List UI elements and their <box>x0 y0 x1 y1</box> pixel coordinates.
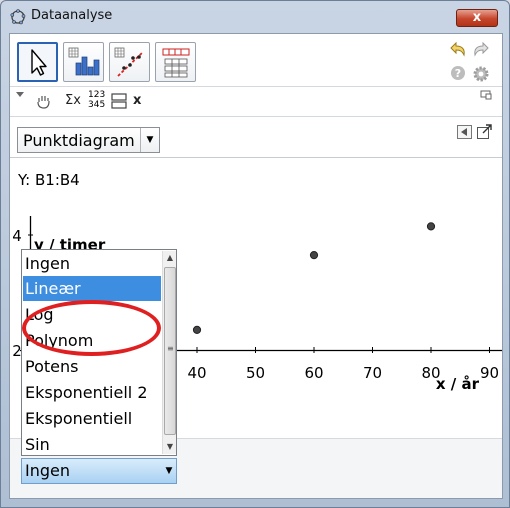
regression-option-linear[interactable]: Lineær <box>23 276 161 301</box>
y-tick-label-4: 4 <box>12 227 22 245</box>
data-point-3 <box>426 222 436 231</box>
grip-icon: ≡ <box>167 344 174 353</box>
window-title: Dataanalyse <box>31 8 113 23</box>
list-scrollbar[interactable]: ▲ ≡ ▼ <box>162 251 176 454</box>
scroll-down-icon[interactable]: ▼ <box>163 440 177 454</box>
chevron-down-icon: ▼ <box>140 128 159 152</box>
data-point-1 <box>192 325 202 334</box>
hand-icon[interactable] <box>35 93 53 109</box>
scroll-up-icon[interactable]: ▲ <box>163 251 177 265</box>
redo-icon[interactable] <box>472 40 492 60</box>
open-in-window-icon[interactable] <box>477 124 493 139</box>
undo-icon[interactable] <box>447 40 467 60</box>
close-button[interactable]: x <box>456 9 498 27</box>
move-tool-button[interactable] <box>17 42 58 82</box>
regression-option-ingen[interactable]: Ingen <box>23 251 161 276</box>
highlight-annotation-circle <box>22 300 161 356</box>
table-icon <box>162 48 190 78</box>
multi-variable-tool-button[interactable] <box>155 42 196 82</box>
chevron-down-icon: ▼ <box>165 466 173 476</box>
regression-option-sin[interactable]: Sin <box>23 432 161 454</box>
help-icon[interactable]: ? <box>450 65 466 81</box>
data-point-2 <box>309 251 319 260</box>
window-client: ? Σx 123 345 x Punktdiagram ▼ Y: B1:B4 4… <box>9 33 503 499</box>
regression-option-potens[interactable]: Potens <box>23 354 161 379</box>
scroll-thumb[interactable]: ≡ <box>164 267 176 435</box>
chart-type-value: Punktdiagram <box>23 131 135 150</box>
x-tick-label-70: 70 <box>363 364 382 382</box>
two-plots-icon[interactable] <box>111 93 127 109</box>
statistics-toggle[interactable]: Σx <box>65 93 81 108</box>
swap-xy-toggle[interactable]: x <box>133 93 141 108</box>
x-tick-label-60: 60 <box>304 364 323 382</box>
svg-text:?: ? <box>455 67 461 80</box>
dock-icon[interactable] <box>480 90 492 100</box>
histogram-icon <box>68 47 100 76</box>
stylebar-divider <box>10 116 502 117</box>
toolbar: ? <box>10 34 502 86</box>
two-variable-tool-button[interactable] <box>109 42 150 82</box>
x-tick-label-50: 50 <box>246 364 265 382</box>
x-axis-label: x / år <box>436 375 480 393</box>
app-icon <box>10 9 26 25</box>
x-tick-label-40: 40 <box>187 364 206 382</box>
style-bar: Σx 123 345 x <box>10 87 502 115</box>
x-tick-label-90: 90 <box>480 364 499 382</box>
regression-option-eksponentiell-2[interactable]: Eksponentiell 2 <box>23 380 161 405</box>
pointer-icon <box>31 49 47 76</box>
regression-select-value: Ingen <box>25 461 70 480</box>
gear-icon[interactable] <box>472 65 490 83</box>
data-toggle-bottom: 345 <box>88 100 106 110</box>
chart-type-select[interactable]: Punktdiagram ▼ <box>17 127 160 153</box>
data-toggle[interactable]: 123 345 <box>88 90 105 110</box>
previous-icon[interactable] <box>457 125 472 139</box>
one-variable-tool-button[interactable] <box>63 42 104 82</box>
regression-option-eksponentiell[interactable]: Eksponentiell <box>23 406 161 431</box>
collapse-triangle-icon[interactable] <box>15 91 25 99</box>
app-window: Dataanalyse x ? Σx 123 345 x Punktdiagra… <box>0 0 510 508</box>
title-bar[interactable]: Dataanalyse x <box>1 1 509 31</box>
regression-select[interactable]: Ingen ▼ <box>21 458 177 484</box>
scatter-regression-icon <box>114 47 144 77</box>
data-toggle-top: 123 <box>88 90 106 100</box>
